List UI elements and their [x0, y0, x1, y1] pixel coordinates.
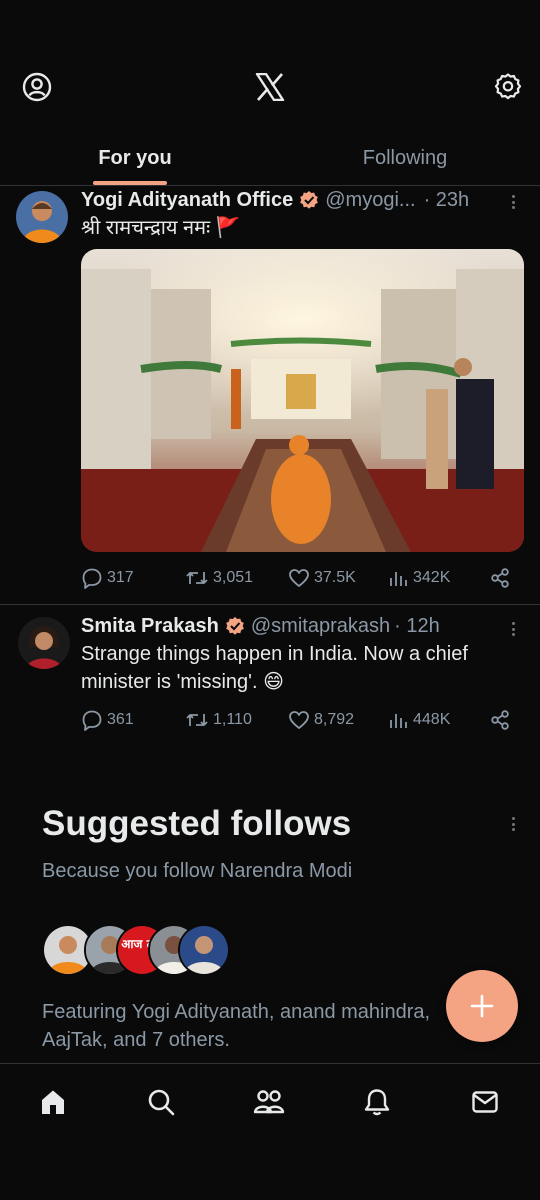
reply-icon: [82, 568, 102, 589]
views-icon: [390, 572, 407, 586]
home-icon[interactable]: [35, 1084, 71, 1120]
handle: @myogi...: [325, 188, 416, 211]
timestamp: · 23h: [423, 188, 470, 211]
post-actions: 317 3,051 37.5K 342K: [81, 563, 521, 593]
bottom-navigation: [0, 1063, 540, 1200]
view-count: 448K: [413, 711, 451, 728]
notifications-icon[interactable]: [359, 1084, 395, 1120]
post-actions: 361 1,110 8,792 448K: [81, 705, 521, 735]
view-count: 342K: [413, 569, 451, 586]
compose-button[interactable]: [446, 970, 518, 1042]
gear-icon[interactable]: [491, 70, 525, 104]
search-icon[interactable]: [143, 1084, 179, 1120]
views-button[interactable]: 342K: [387, 567, 450, 589]
like-count: 37.5K: [314, 569, 356, 586]
timeline-tabs: For you Following: [0, 130, 540, 186]
profile-circle-icon[interactable]: [20, 70, 54, 104]
post-smita[interactable]: Smita Prakash @smitaprakash · 12h Strang…: [0, 605, 540, 755]
tab-label: Following: [362, 146, 448, 169]
repost-count: 3,051: [213, 569, 254, 586]
reply-button[interactable]: 317: [81, 567, 134, 589]
repost-icon: [186, 714, 208, 726]
like-button[interactable]: 37.5K: [288, 567, 356, 589]
avatar[interactable]: [16, 191, 68, 243]
like-button[interactable]: 8,792: [288, 709, 354, 731]
reply-button[interactable]: 361: [81, 709, 134, 731]
post-header: Smita Prakash @smitaprakash · 12h: [81, 612, 500, 640]
repost-button[interactable]: 1,110: [185, 709, 252, 731]
post-text: Strange things happen in India. Now a ch…: [81, 643, 468, 693]
views-button[interactable]: 448K: [387, 709, 450, 731]
tab-label: For you: [98, 146, 172, 169]
more-options-icon[interactable]: [506, 192, 520, 212]
repost-count: 1,110: [213, 711, 252, 728]
repost-button[interactable]: 3,051: [185, 567, 253, 589]
repost-icon: [186, 572, 208, 584]
heart-icon: [289, 711, 309, 729]
display-name[interactable]: Smita Prakash: [81, 615, 219, 638]
avatar[interactable]: [18, 617, 70, 669]
post-image[interactable]: [81, 249, 524, 552]
suggested-follows-title: Suggested follows: [42, 804, 352, 843]
active-tab-indicator: [93, 181, 167, 185]
post-header: Yogi Adityanath Office @myogi... · 23h: [81, 186, 500, 214]
tab-for-you[interactable]: For you: [0, 130, 270, 186]
tab-following[interactable]: Following: [270, 130, 540, 186]
share-icon[interactable]: [489, 709, 511, 731]
post-text: श्री रामचन्द्राय नमः 🚩: [81, 217, 241, 239]
x-logo-icon: [252, 70, 288, 104]
avatar: [178, 924, 230, 976]
reply-icon: [82, 710, 102, 731]
communities-icon[interactable]: [251, 1084, 287, 1120]
handle: @smitaprakash: [250, 614, 391, 637]
reply-count: 361: [107, 711, 134, 728]
timestamp: · 12h: [394, 614, 440, 637]
reply-count: 317: [107, 569, 134, 586]
views-icon: [390, 714, 407, 728]
heart-icon: [289, 569, 309, 587]
suggested-follows-subtitle: Because you follow Narendra Modi: [42, 860, 353, 882]
verified-badge-icon: [299, 190, 319, 210]
messages-icon[interactable]: [467, 1084, 503, 1120]
verified-badge-icon: [225, 616, 245, 636]
like-count: 8,792: [314, 711, 355, 728]
top-bar: For you Following: [0, 0, 540, 186]
share-icon[interactable]: [489, 567, 511, 589]
display-name[interactable]: Yogi Adityanath Office: [81, 189, 293, 212]
suggested-featuring-text: Featuring Yogi Adityanath, anand mahindr…: [42, 1001, 431, 1051]
more-options-icon[interactable]: [506, 619, 520, 639]
more-options-icon[interactable]: [506, 814, 520, 834]
post-yogi[interactable]: Yogi Adityanath Office @myogi... · 23h श…: [0, 186, 540, 605]
plus-icon: [470, 994, 494, 1018]
